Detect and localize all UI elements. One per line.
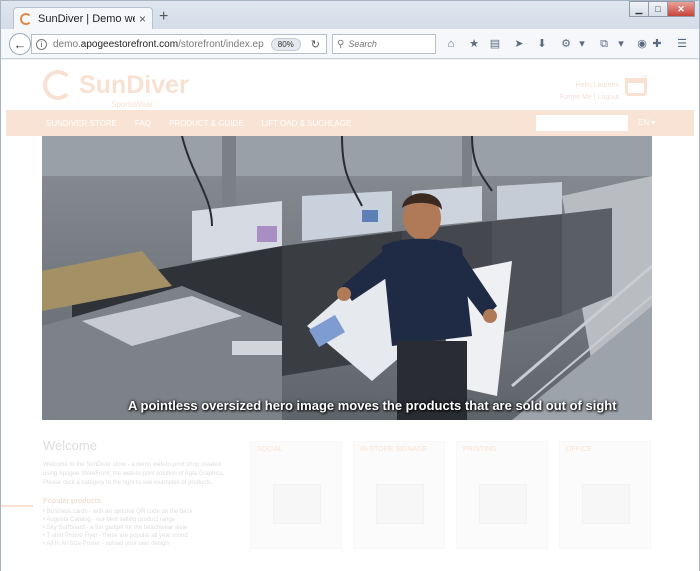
category-card-printing[interactable]: PRINTING <box>456 441 548 549</box>
product-box-image <box>376 484 424 524</box>
minimize-button[interactable]: ▁ <box>629 1 649 17</box>
account-links[interactable]: Forget Me | Logout <box>549 92 619 104</box>
popular-item[interactable]: • Business cards - with an optional QR c… <box>43 508 233 516</box>
category-card-signage[interactable]: IN-STORE SIGNAGE <box>353 441 445 549</box>
chevron-down-icon[interactable]: ▾ <box>614 37 628 51</box>
category-title: OFFICE <box>566 446 592 453</box>
search-input[interactable] <box>348 39 429 49</box>
maximize-button[interactable]: □ <box>648 1 668 17</box>
site-search-input[interactable] <box>536 115 628 131</box>
back-button[interactable]: ← <box>9 33 31 55</box>
puzzle-icon[interactable]: ✚ <box>650 37 664 51</box>
close-window-button[interactable]: ✕ <box>667 1 695 17</box>
home-icon[interactable]: ⌂ <box>444 37 458 51</box>
search-bar[interactable]: ⚲ <box>332 34 436 54</box>
cart-count: 0 <box>643 75 647 82</box>
welcome-title: Welcome <box>43 438 97 453</box>
product-box-image <box>582 484 630 524</box>
site-info-icon[interactable]: i <box>36 38 47 50</box>
account-area: Hello Laurens Forget Me | Logout <box>549 80 619 104</box>
send-icon[interactable]: ➤ <box>512 37 526 51</box>
tab-close-icon[interactable]: × <box>139 12 146 26</box>
hero-image: A pointless oversized hero image moves t… <box>42 136 652 420</box>
popular-item[interactable]: • All In All Size Poster - upload your o… <box>43 540 233 548</box>
hero-caption: A pointless oversized hero image moves t… <box>128 398 617 413</box>
web-page: SunDiver SportsWear Hello Laurens Forget… <box>1 60 699 571</box>
addon-icon[interactable]: ⚙ <box>559 37 573 51</box>
navigation-toolbar: ← i demo.apogeestorefront.com/storefront… <box>1 29 699 59</box>
logo-name: SunDiver <box>79 71 189 99</box>
welcome-text: Welcome to the SunDiver store - a demo w… <box>43 462 225 486</box>
language-selector[interactable]: EN ▾ <box>638 118 655 127</box>
menu-icon[interactable]: ☰ <box>675 37 689 51</box>
site-favicon-icon <box>20 13 32 25</box>
popular-products-title: Popular products <box>43 498 101 505</box>
category-title: IN-STORE SIGNAGE <box>360 446 428 453</box>
account-user: Hello Laurens <box>575 82 619 89</box>
popular-item[interactable]: • Augusta Catalog - our best selling pro… <box>43 516 233 524</box>
site-logo[interactable]: SunDiver SportsWear <box>43 70 189 109</box>
site-menu: SUNDIVER STORE FAQ PRODUCT & GUIDE LIFT … <box>6 110 694 136</box>
tab-title: SunDiver | Demo web-to-print <box>38 13 135 25</box>
reading-list-icon[interactable]: ▤ <box>488 37 502 51</box>
reload-icon[interactable]: ↻ <box>311 38 320 51</box>
category-title: PRINTING <box>463 446 497 453</box>
address-bar[interactable]: i demo.apogeestorefront.com/storefront/i… <box>31 34 327 54</box>
new-tab-button[interactable]: + <box>159 9 168 25</box>
menu-item-store[interactable]: SUNDIVER STORE <box>46 119 117 128</box>
url-text[interactable]: demo.apogeestorefront.com/storefront/ind… <box>53 39 271 50</box>
popular-item[interactable]: • T-shirt Promo Flyer - these are popula… <box>43 532 233 540</box>
product-box-image <box>273 484 321 524</box>
browser-window: SunDiver | Demo web-to-print × + ▁ □ ✕ ←… <box>0 0 700 571</box>
welcome-section: Welcome Welcome to the SunDiver store - … <box>43 438 233 548</box>
popular-item[interactable]: • Sky Surfboard - a fun gadget for the b… <box>43 524 233 532</box>
screenshot-icon[interactable]: ⧉ <box>597 37 611 51</box>
accent-divider <box>1 505 33 507</box>
category-card-office[interactable]: OFFICE <box>559 441 651 549</box>
product-box-image <box>479 484 527 524</box>
category-card-social[interactable]: SOCIAL <box>250 441 342 549</box>
hero-photo-illustration <box>42 136 652 420</box>
sun-logo-icon <box>43 70 73 100</box>
browser-tab[interactable]: SunDiver | Demo web-to-print × <box>13 7 153 30</box>
menu-item-faq[interactable]: FAQ <box>135 119 151 128</box>
search-icon: ⚲ <box>337 38 345 50</box>
download-icon[interactable]: ⬇ <box>535 37 549 51</box>
menu-item-lift[interactable]: LIFT OAD & SUCHLAGE <box>262 119 352 128</box>
category-title: SOCIAL <box>257 446 283 453</box>
extension-icon[interactable]: ◉ <box>635 37 649 51</box>
menu-item-guide[interactable]: PRODUCT & GUIDE <box>169 119 244 128</box>
title-bar: SunDiver | Demo web-to-print × + ▁ □ ✕ <box>1 1 699 30</box>
logo-subtitle: SportsWear <box>111 100 154 109</box>
chevron-down-icon[interactable]: ▾ <box>575 37 589 51</box>
zoom-level[interactable]: 80% <box>270 37 301 51</box>
bookmark-star-icon[interactable]: ★ <box>467 37 481 51</box>
